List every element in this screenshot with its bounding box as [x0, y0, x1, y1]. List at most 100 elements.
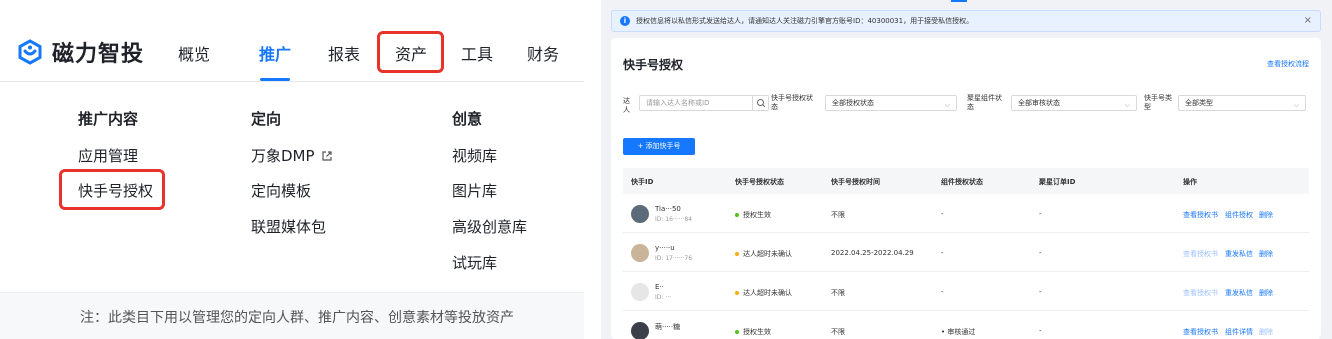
table-header: 快手ID 快手号授权状态 快手号授权时间 组件授权状态 聚星订单ID 操作 [623, 168, 1309, 194]
notice-text: 授权信息将以私信形式发送给达人，请通知达人关注磁力引擎官方账号ID：403000… [636, 17, 974, 25]
top-nav: 磁力智投 概览 推广 报表 资产 工具 财务 [0, 0, 584, 82]
table-row: E·· ID: ··· 达人超时未确认 不限 - - 查看授权书 重发私信 删除 [623, 273, 1309, 311]
resend-message-link[interactable]: 重发私信 [1225, 249, 1253, 259]
brand-logo[interactable]: 磁力智投 [16, 36, 144, 68]
footer-note: 注：此类目下用以管理您的定向人群、推广内容、创意素材等投放资产 [80, 310, 514, 326]
delete-link[interactable]: 删除 [1259, 288, 1273, 298]
close-icon[interactable]: × [1304, 15, 1312, 27]
delete-link[interactable]: 删除 [1259, 249, 1273, 259]
avatar [631, 322, 649, 339]
component-status: - [941, 210, 944, 218]
col-header-auth-status: 快手号授权状态 [735, 178, 784, 186]
nav-promotion[interactable]: 推广 [259, 41, 291, 65]
table-row: 萌·····糖 授权生效 不限 • 审核通过 - 查看授权书 组件详情 删除 [623, 312, 1309, 339]
user-id: ID: ··· [655, 294, 672, 301]
auth-status-text: 授权生效 [743, 211, 771, 219]
agg-status-select[interactable]: 全部审核状态 ⌵ [1011, 95, 1137, 111]
menu-item-wanxiang-dmp[interactable]: 万象DMP [251, 145, 333, 166]
auth-card: 快手号授权 查看授权流程 达人 请输入达人名称或ID 快手号授权状态 全部授权状… [611, 38, 1321, 339]
menu-heading-promo-content: 推广内容 [78, 110, 139, 128]
talent-search-placeholder: 请输入达人名称或ID [646, 99, 710, 107]
col-header-auth-time: 快手号授权时间 [831, 178, 880, 186]
menu-item-playable-library[interactable]: 试玩库 [452, 252, 497, 273]
component-auth-link[interactable]: 组件授权 [1225, 210, 1253, 220]
table-row: Tia···50 ID: 16······84 授权生效 不限 - - 查看授权… [623, 195, 1309, 233]
nav-finance[interactable]: 财务 [527, 41, 559, 65]
view-auth-letter-link[interactable]: 查看授权书 [1183, 249, 1218, 259]
user-name: Tia···50 [655, 205, 681, 213]
resend-message-link[interactable]: 重发私信 [1225, 288, 1253, 298]
menu-item-app-management[interactable]: 应用管理 [78, 145, 138, 166]
chevron-down-icon: ⌵ [944, 101, 950, 109]
assets-highlight-box [377, 31, 444, 73]
nav-tools[interactable]: 工具 [461, 41, 493, 65]
scroll-indicator [951, 0, 967, 2]
auth-status-select[interactable]: 全部授权状态 ⌵ [825, 95, 957, 111]
filter-label-agg-status: 聚星组件状态 [967, 94, 1002, 111]
add-kuaishou-button[interactable]: + 添加快手号 [623, 138, 695, 155]
notice-banner: i 授权信息将以私信形式发送给达人，请通知达人关注磁力引擎官方账号ID：4030… [611, 10, 1321, 32]
auth-time: 2022.04.25-2022.04.29 [831, 249, 914, 257]
agg-status-value: 全部审核状态 [1018, 99, 1060, 107]
brand-name: 磁力智投 [52, 42, 145, 67]
user-id: ID: 17······76 [655, 255, 693, 262]
auth-time: 不限 [831, 328, 845, 336]
avatar [631, 283, 649, 301]
chevron-down-icon: ⌵ [1293, 101, 1299, 109]
view-auth-letter-link[interactable]: 查看授权书 [1183, 327, 1218, 337]
account-type-select[interactable]: 全部类型 ⌵ [1178, 95, 1306, 111]
menu-item-union-media-pack[interactable]: 联盟媒体包 [251, 216, 326, 237]
auth-time: 不限 [831, 289, 845, 297]
menu-item-label: 万象DMP [251, 147, 315, 165]
nav-overview[interactable]: 概览 [178, 41, 210, 65]
left-panel: 磁力智投 概览 推广 报表 资产 工具 财务 推广内容 应用管理 快手号授权 定… [0, 0, 584, 339]
view-auth-letter-link[interactable]: 查看授权书 [1183, 288, 1218, 298]
menu-item-advanced-creative-library[interactable]: 高级创意库 [452, 216, 527, 237]
account-type-value: 全部类型 [1185, 99, 1213, 107]
col-header-order-id: 聚星订单ID [1039, 178, 1076, 186]
chevron-down-icon: ⌵ [1124, 101, 1130, 109]
view-auth-letter-link[interactable]: 查看授权书 [1183, 210, 1218, 220]
external-link-icon [321, 150, 332, 161]
col-header-actions: 操作 [1183, 178, 1197, 186]
auth-status-text: 达人超时未确认 [743, 250, 792, 258]
avatar [631, 244, 649, 262]
component-status: - [941, 288, 944, 296]
menu-heading-creative: 创意 [452, 110, 483, 128]
auth-status: 授权生效 [735, 210, 771, 220]
auth-status: 达人超时未确认 [735, 288, 792, 298]
order-id: - [1039, 210, 1042, 218]
delete-link[interactable]: 删除 [1259, 327, 1273, 337]
user-id: ID: 16······84 [655, 216, 693, 223]
auth-status: 授权生效 [735, 327, 771, 337]
user-name: E·· [655, 283, 664, 291]
right-panel: i 授权信息将以私信形式发送给达人，请通知达人关注磁力引擎官方账号ID：4030… [601, 0, 1332, 339]
delete-link[interactable]: 删除 [1259, 210, 1273, 220]
col-header-component-status: 组件授权状态 [941, 178, 983, 186]
kuaishou-auth-highlight-box [59, 169, 165, 210]
magnet-logo-icon [18, 39, 42, 65]
menu-item-video-library[interactable]: 视频库 [452, 145, 497, 166]
filter-label-auth-status: 快手号授权状态 [771, 94, 813, 111]
search-icon [757, 99, 766, 108]
menu-item-image-library[interactable]: 图片库 [452, 180, 497, 201]
status-dot [735, 252, 739, 256]
user-name: y·····u [655, 244, 675, 252]
auth-status-text: 达人超时未确认 [743, 289, 792, 297]
order-id: - [1039, 327, 1042, 335]
component-status: - [941, 249, 944, 257]
menu-item-targeting-template[interactable]: 定向模板 [251, 180, 311, 201]
active-tab-indicator [260, 78, 290, 81]
status-dot [735, 213, 739, 217]
component-detail-link[interactable]: 组件详情 [1225, 327, 1253, 337]
filter-label-talent: 达人 [623, 97, 630, 114]
component-status: • 审核通过 [941, 328, 976, 336]
order-id: - [1039, 288, 1042, 296]
search-button[interactable] [752, 96, 768, 110]
talent-search-input[interactable]: 请输入达人名称或ID [639, 95, 769, 111]
view-auth-flow-link[interactable]: 查看授权流程 [1267, 59, 1309, 69]
nav-reports[interactable]: 报表 [328, 41, 360, 65]
status-dot [735, 330, 739, 334]
page-title: 快手号授权 [623, 58, 684, 72]
auth-status-value: 全部授权状态 [832, 99, 874, 107]
